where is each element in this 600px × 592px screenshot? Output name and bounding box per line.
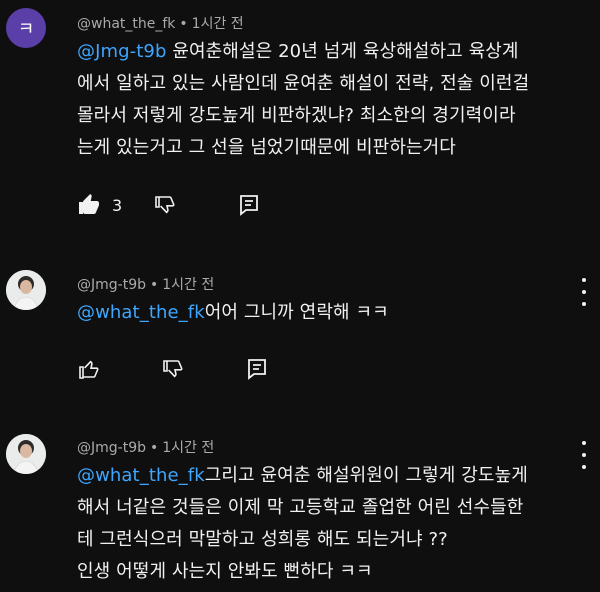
avatar[interactable] xyxy=(6,434,46,474)
thumbs-up-icon xyxy=(79,360,99,379)
avatar[interactable]: ㅋ xyxy=(6,8,46,48)
meta-separator: • xyxy=(150,440,159,456)
meta-separator: • xyxy=(179,16,188,32)
author-name[interactable]: @Jmg-t9b xyxy=(77,277,146,293)
meta-separator: • xyxy=(150,277,159,293)
reply-button[interactable] xyxy=(240,353,274,385)
avatar-photo-icon xyxy=(6,270,46,310)
like-button[interactable] xyxy=(72,189,106,221)
reply-button[interactable] xyxy=(232,189,266,221)
comment-time[interactable]: 1시간 전 xyxy=(192,16,244,32)
comment-body: 어어 그니까 연락해 ㅋㅋ xyxy=(204,302,389,323)
reply-icon xyxy=(248,359,266,380)
avatar-photo-icon xyxy=(6,434,46,474)
comment-meta: @what_the_fk • 1시간 전 xyxy=(77,13,244,33)
comment-text: @what_the_fk그리고 윤여춘 해설위원이 그렇게 강도높게 해서 너같… xyxy=(77,460,587,588)
mention-link[interactable]: @Jmg-t9b xyxy=(77,41,167,62)
comment-time[interactable]: 1시간 전 xyxy=(162,440,214,456)
comment-text: @Jmg-t9b 윤여춘해설은 20년 넘게 육상해설하고 육상계 에서 일하고… xyxy=(77,36,587,164)
reply-icon xyxy=(240,195,259,216)
mention-link[interactable]: @what_the_fk xyxy=(77,302,205,323)
mention-link[interactable]: @what_the_fk xyxy=(77,465,205,486)
avatar[interactable] xyxy=(6,270,46,310)
author-name[interactable]: @Jmg-t9b xyxy=(77,440,146,456)
comment-time[interactable]: 1시간 전 xyxy=(162,277,214,293)
more-button[interactable] xyxy=(578,278,590,306)
more-button[interactable] xyxy=(578,441,590,469)
author-name[interactable]: @what_the_fk xyxy=(77,16,175,32)
comment-meta: @Jmg-t9b • 1시간 전 xyxy=(77,437,214,457)
comment-meta: @Jmg-t9b • 1시간 전 xyxy=(77,274,214,294)
thumbs-up-icon xyxy=(79,194,99,214)
thumbs-down-icon xyxy=(155,196,175,214)
comment-actions xyxy=(72,353,274,385)
comment-text: @what_the_fk어어 그니까 연락해 ㅋㅋ xyxy=(77,297,587,329)
dislike-button[interactable] xyxy=(156,353,190,385)
avatar-letter: ㅋ xyxy=(17,19,35,40)
comment-actions: 3 xyxy=(72,189,266,221)
dislike-button[interactable] xyxy=(148,189,182,221)
like-button[interactable] xyxy=(72,353,106,385)
like-count: 3 xyxy=(112,195,123,215)
thumbs-down-icon xyxy=(163,360,183,378)
